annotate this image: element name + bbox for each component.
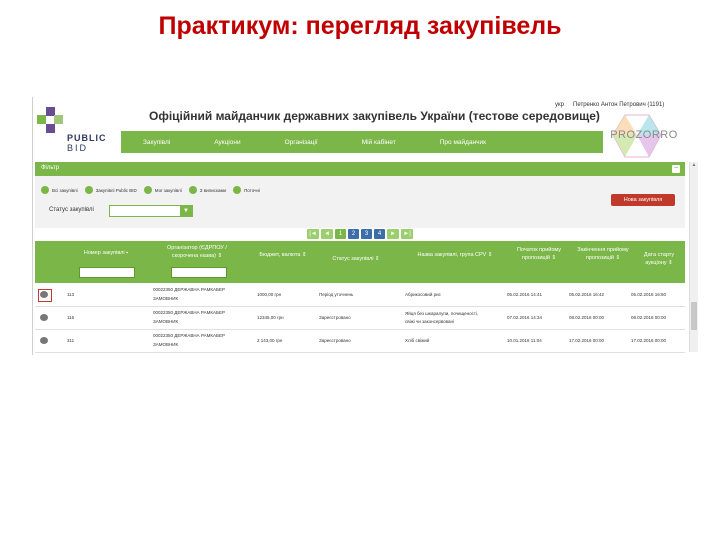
cell-end: 17.02.2016 00:00 (569, 338, 605, 343)
radio-current[interactable]: Поточні (233, 186, 260, 194)
col-header-status[interactable]: Статус закупівлі ⇕ (319, 255, 393, 263)
radio-label: Мої закупівлі (154, 187, 182, 193)
cell-status: Зареєстровано (319, 338, 351, 343)
prozorro-logo[interactable]: PROZORRO (605, 113, 701, 163)
first-page-button[interactable]: |◄ (307, 229, 319, 239)
cell-budget: 1000,00 грн (257, 292, 282, 297)
table-row[interactable]: 311 00022350 ДЕРЖАВНА РАМКАБЕР ЗАМОВНИК … (35, 330, 685, 353)
cell-auction: 05.02.2016 16:50 (631, 292, 667, 297)
number-filter-input[interactable] (79, 267, 135, 278)
nav-item-auctions[interactable]: Аукціони (214, 139, 240, 146)
last-page-button[interactable]: ►| (401, 229, 413, 239)
radio-label: З виписками (199, 187, 227, 193)
filter-radio-group: Всі закупівлі Закупівлі Public BID Мої з… (41, 186, 267, 194)
cell-end: 05.02.2016 16:42 (569, 292, 605, 297)
status-filter-label: Статус закупівлі (49, 207, 94, 213)
cell-end: 08.02.2016 00:00 (569, 315, 605, 320)
nav-item-my-cabinet[interactable]: Мій кабінет (362, 139, 396, 146)
public-bid-logo[interactable]: PUBLIC BID (37, 105, 117, 153)
cell-number: 116 (67, 315, 75, 320)
pagination: |◄ ◄ 1 2 3 4 ► ►| (307, 229, 415, 239)
cell-organizer: 00022350 ДЕРЖАВНА РАМКАБЕР (153, 310, 225, 315)
page-button-4[interactable]: 4 (374, 229, 385, 239)
radio-public-bid[interactable]: Закупівлі Public BID (84, 186, 137, 194)
organizer-filter-input[interactable] (171, 267, 227, 278)
scroll-up-icon[interactable]: ▲ (690, 162, 698, 170)
table-row[interactable]: 116 00022350 ДЕРЖАВНА РАМКАБЕР ЗАМОВНИК … (35, 307, 685, 330)
page-button-2[interactable]: 2 (348, 229, 359, 239)
filter-panel: Всі закупівлі Закупівлі Public BID Мої з… (35, 176, 685, 228)
browser-screenshot: PUBLIC BID Офіційний майданчик державних… (32, 97, 705, 355)
col-header-organizer[interactable]: Організатор (ЄДРПОУ / скорочена назва) ⇕ (157, 244, 237, 260)
filter-header[interactable]: Фільтр − (35, 162, 685, 176)
radio-label: Поточні (244, 187, 260, 193)
filter-title: Фільтр (41, 165, 60, 171)
radio-with-extracts[interactable]: З виписками (188, 186, 227, 194)
prozorro-text: PROZORRO (610, 129, 678, 141)
cell-name: Хліб свіжий (405, 338, 430, 343)
slide-title: Практикум: перегляд закупівель (158, 12, 562, 40)
cell-status: Зареєстровано (319, 315, 351, 320)
eye-icon[interactable] (40, 314, 48, 321)
col-header-start[interactable]: Початок прийому пропозицій ⇕ (511, 246, 567, 262)
radio-dot-icon (143, 186, 152, 194)
scroll-thumb[interactable] (691, 302, 697, 330)
page-scrollbar[interactable]: ▲ (689, 162, 698, 352)
cell-name: Абрикосовий рис (405, 292, 441, 297)
status-filter-select[interactable]: ▼ (109, 205, 193, 217)
radio-dot-icon (188, 186, 197, 194)
next-page-button[interactable]: ► (387, 229, 399, 239)
cell-start: 07.02.2016 14:34 (507, 315, 543, 320)
page-button-3[interactable]: 3 (361, 229, 372, 239)
radio-dot-icon (233, 186, 242, 194)
chevron-down-icon[interactable]: ▼ (180, 206, 192, 216)
nav-item-organizations[interactable]: Організації (285, 139, 318, 146)
col-header-end[interactable]: Закінчення прийому пропозицій ⇕ (571, 246, 635, 262)
collapse-icon[interactable]: − (672, 165, 680, 173)
prev-page-button[interactable]: ◄ (321, 229, 333, 239)
col-header-budget[interactable]: Бюджет, валюта ⇕ (257, 251, 309, 259)
cell-name: Яйця без шкаралупи, почищеності, (405, 311, 479, 316)
eye-icon[interactable] (40, 337, 48, 344)
radio-label: Всі закупівлі (52, 187, 78, 193)
cell-name-line2: свіжі чи законсервовані (405, 319, 455, 324)
nav-item-about[interactable]: Про майданчик (440, 139, 486, 146)
cell-organizer: 00022350 ДЕРЖАВНА РАМКАБЕР (153, 333, 225, 338)
cell-organizer-type: ЗАМОВНИК (153, 296, 179, 301)
nav-item-procurements[interactable]: Закупівлі (143, 139, 170, 146)
col-header-name[interactable]: Назва закупівлі, група CPV ⇕ (407, 251, 503, 259)
cell-organizer-type: ЗАМОВНИК (153, 319, 179, 324)
cell-organizer: 00022350 ДЕРЖАВНА РАМКАБЕР (153, 287, 225, 292)
eye-icon[interactable] (40, 291, 48, 298)
cell-status: Період уточнень (319, 292, 354, 297)
cell-start: 10.01.2016 11:04 (507, 338, 542, 343)
radio-label: Закупівлі Public BID (95, 187, 137, 193)
language-selector[interactable]: укр (555, 102, 564, 108)
col-header-auction[interactable]: Дата старту аукціону ⇕ (633, 251, 685, 267)
user-name-link[interactable]: Петренко Антон Петрович (1191) (573, 102, 664, 108)
cell-budget: 2 143,00 грн (257, 338, 283, 343)
table-header: Номер закупівлі ⬩ Організатор (ЄДРПОУ / … (35, 241, 685, 283)
site-title: Офіційний майданчик державних закупівель… (149, 109, 600, 123)
cell-start: 05.02.2016 14:41 (507, 292, 543, 297)
cell-number: 311 (67, 338, 75, 343)
new-procurement-button[interactable]: Нова закупівля (611, 194, 675, 206)
cell-auction: 08.02.2016 00:00 (631, 315, 667, 320)
radio-dot-icon (84, 186, 93, 194)
radio-all-procurements[interactable]: Всі закупівлі (41, 186, 78, 194)
radio-my-procurements[interactable]: Мої закупівлі (143, 186, 182, 194)
radio-dot-icon (41, 186, 49, 194)
cell-number: 113 (67, 292, 75, 297)
cell-budget: 12345,00 грн (257, 315, 284, 320)
main-nav: Закупівлі Аукціони Організації Мій кабін… (121, 131, 603, 153)
page-button-1[interactable]: 1 (335, 229, 346, 239)
logo-text-bid: BID (67, 143, 89, 153)
logo-text-public: PUBLIC (67, 133, 107, 143)
public-bid-logo-icon (37, 107, 63, 133)
cell-auction: 17.02.2016 00:00 (631, 338, 667, 343)
col-header-number[interactable]: Номер закупівлі ⬩ (73, 249, 139, 257)
table-row[interactable]: 113 00022350 ДЕРЖАВНА РАМКАБЕР ЗАМОВНИК … (35, 284, 685, 307)
cell-organizer-type: ЗАМОВНИК (153, 342, 179, 347)
